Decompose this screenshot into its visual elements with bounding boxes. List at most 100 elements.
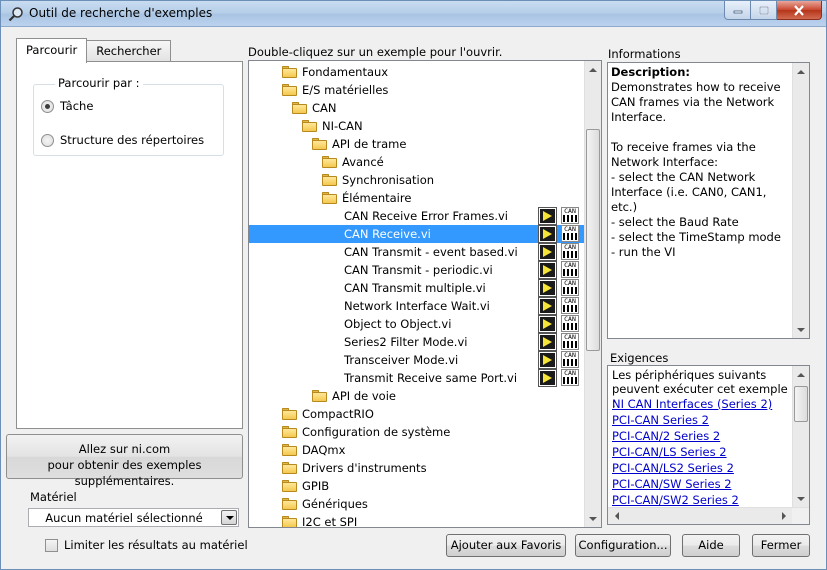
can-icon-label: CAN [564,297,576,305]
requirements-vscroll[interactable] [792,366,809,507]
tree-folder-item[interactable]: Configuration de système [249,423,585,441]
requirement-link[interactable]: PCI-CAN/SW2 Series 2 [612,493,739,507]
maximize-icon [758,5,769,15]
tree-vi-item[interactable]: CAN CAN Receive.vi [249,225,585,243]
window-title: Outil de recherche d'exemples [29,6,213,20]
chevron-down-icon[interactable] [221,510,237,525]
tree-folder-item[interactable]: Élémentaire [249,189,585,207]
req-scroll-down-button[interactable] [793,490,809,507]
can-icon-bars [563,287,577,294]
tree-folder-item[interactable]: CAN [249,99,585,117]
requirements-hscroll[interactable] [608,507,809,524]
help-button[interactable]: Aide [682,534,740,557]
tree-vi-item[interactable]: CAN CAN Transmit multiple.vi [249,279,585,297]
requirements-label: Exigences [610,351,669,365]
desc-scroll-up-button[interactable] [793,63,809,80]
tree-item-label: Drivers d'instruments [302,461,427,475]
tree-item-label: Series2 Filter Mode.vi [344,335,468,349]
configuration-button[interactable]: Configuration... [575,534,671,557]
tree-folder-item[interactable]: Drivers d'instruments [249,459,585,477]
minimize-button[interactable] [724,1,751,20]
tree-folder-item[interactable]: CompactRIO [249,405,585,423]
requirements-box[interactable]: Les périphériques suivants peuvent exécu… [607,365,810,525]
tree-folder-item[interactable]: GPIB [249,477,585,495]
tree-folder-item[interactable]: Génériques [249,495,585,513]
tree-folder-item[interactable]: Avancé [249,153,585,171]
requirement-link[interactable]: PCI-CAN/2 Series 2 [612,429,720,443]
tree-folder-item[interactable]: Fondamentaux [249,63,585,81]
folder-icon [282,498,297,510]
tree-vi-item[interactable]: CAN Transmit Receive same Port.vi [249,369,585,387]
radio-task-row[interactable]: Tâche [41,99,93,113]
req-scroll-up-button[interactable] [793,366,809,383]
examples-tree[interactable]: Fondamentaux E/S matérielles CAN NI-CAN API … [248,60,602,528]
requirement-link[interactable]: PCI-CAN Series 2 [612,413,709,427]
search-icon [8,7,23,22]
description-box[interactable]: Description: Demonstrates how to receive… [607,62,810,339]
folder-icon [302,120,317,132]
description-scrollbar[interactable] [792,63,809,338]
tab-bar: Parcourir Rechercher [16,38,172,63]
tree-folder-item[interactable]: API de voie [249,387,585,405]
description-body: Demonstrates how to receive CAN frames v… [611,80,781,259]
req-scroll-right-button[interactable] [775,508,792,524]
can-icon-bars [563,377,577,384]
add-to-favorites-button[interactable]: Ajouter aux Favoris [446,534,566,557]
tree-item-label: CAN Transmit - periodic.vi [344,263,493,277]
tree-vi-item[interactable]: CAN CAN Transmit - event based.vi [249,243,585,261]
folder-body [282,446,297,456]
tree-folder-item[interactable]: API de trame [249,135,585,153]
tree-folder-item[interactable]: I2C et SPI [249,513,585,527]
tree-vi-item[interactable]: CAN CAN Transmit - periodic.vi [249,261,585,279]
tree-vi-item[interactable]: CAN Object to Object.vi [249,315,585,333]
folder-body [322,176,337,186]
window-controls [724,1,822,20]
req-scroll-thumb[interactable] [794,386,808,422]
hardware-select-value: Aucun matériel sélectionné [45,511,203,525]
tree-vi-item[interactable]: CAN CAN Receive Error Frames.vi [249,207,585,225]
tree-folder-item[interactable]: NI-CAN [249,117,585,135]
requirement-link[interactable]: NI CAN Interfaces (Series 2) [612,397,772,411]
tree-vertical-scrollbar[interactable] [584,61,601,527]
tree-vi-item[interactable]: CAN Series2 Filter Mode.vi [249,333,585,351]
close-window-button[interactable] [777,1,822,20]
scroll-up-button[interactable] [585,61,601,78]
limit-results-checkbox[interactable] [45,538,58,552]
requirement-link[interactable]: PCI-CAN/LS Series 2 [612,445,727,459]
tree-item-label: E/S matérielles [302,83,389,97]
maximize-button[interactable] [751,1,777,20]
tab-rechercher[interactable]: Rechercher [86,40,172,62]
desc-scroll-down-button[interactable] [793,321,809,338]
req-scroll-left-button[interactable] [608,508,625,524]
hardware-select[interactable]: Aucun matériel sélectionné [28,508,239,527]
scroll-down-button[interactable] [585,510,601,527]
close-icon [794,4,804,16]
tree-folder-item[interactable]: DAQmx [249,441,585,459]
folder-icon [282,444,297,456]
selection-marker [249,225,271,243]
radio-task[interactable] [41,99,54,113]
can-vi-icon: CAN [561,369,579,386]
radio-directory-structure[interactable] [41,133,54,147]
title-bar[interactable]: Outil de recherche d'exemples [1,1,826,27]
can-icon-label: CAN [564,207,576,215]
tree-folder-item[interactable]: E/S matérielles [249,81,585,99]
vi-run-icon [538,351,557,369]
folder-body [282,428,297,438]
tree-folder-item[interactable]: Synchronisation [249,171,585,189]
tab-parcourir[interactable]: Parcourir [16,38,88,63]
requirement-link[interactable]: PCI-CAN/SW Series 2 [612,477,732,491]
vi-run-icon [538,243,557,261]
ni-com-button[interactable]: Allez sur ni.com pour obtenir des exempl… [6,434,243,488]
folder-icon [282,408,297,420]
radio-directory-row[interactable]: Structure des répertoires [41,133,204,147]
limit-results-row[interactable]: Limiter les résultats au matériel [45,538,248,552]
can-icon-bars [563,251,577,258]
folder-body [312,140,327,150]
tree-vi-item[interactable]: CAN Network Interface Wait.vi [249,297,585,315]
requirement-link[interactable]: PCI-CAN/LS2 Series 2 [612,461,734,475]
close-button[interactable]: Fermer [752,534,810,557]
tree-vi-item[interactable]: CAN Transceiver Mode.vi [249,351,585,369]
tree-scroll-thumb[interactable] [586,129,600,351]
tree-item-label: CAN [312,101,337,115]
